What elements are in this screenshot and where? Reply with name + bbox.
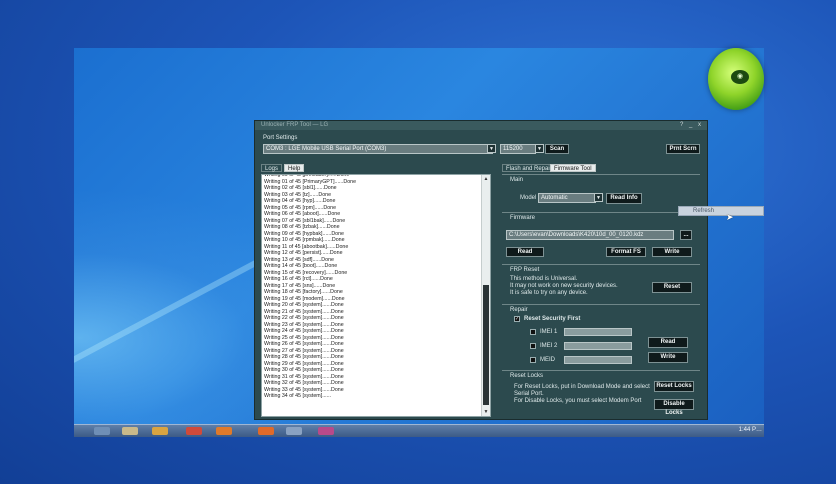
imei1-label: IMEI 1 <box>540 329 558 335</box>
scroll-thumb[interactable] <box>483 285 489 405</box>
folder-icon[interactable] <box>152 427 168 435</box>
imei2-checkbox[interactable] <box>530 343 536 349</box>
app-icon[interactable] <box>258 427 274 435</box>
reset-locks-text-1: For Reset Locks, put in Download Mode an… <box>514 384 650 390</box>
firmware-section-label: Firmware <box>510 215 535 221</box>
frp-text-3: It is safe to try on any device. <box>510 290 588 296</box>
reset-locks-text-2: Serial Port. <box>514 391 544 397</box>
format-fs-button[interactable]: Format FS <box>606 247 646 257</box>
tool-icon[interactable] <box>286 427 302 435</box>
log-scrollbar[interactable]: ▲ ▼ <box>481 175 490 416</box>
model-dropdown-icon[interactable]: ▼ <box>594 193 603 202</box>
paint-icon[interactable] <box>318 427 334 435</box>
main-section-label: Main <box>510 177 524 183</box>
firmware-path-field[interactable]: C:\Users\evan\Downloads\K420\10d_00_0120… <box>506 230 674 240</box>
meid-label: MEID <box>540 357 555 363</box>
browse-button[interactable]: ... <box>680 230 692 240</box>
print-screen-button[interactable]: Prnt Scrn <box>666 144 700 154</box>
reset-locks-button[interactable]: Reset Locks <box>654 381 694 392</box>
main-section: Main Model Automatic ▼ Read Info <box>502 174 700 213</box>
imei2-field[interactable] <box>564 342 632 350</box>
reset-security-checkbox[interactable]: ✓ <box>514 316 520 322</box>
app-window: Unlocker FRP Tool — LG ? _ x Port Settin… <box>254 120 708 420</box>
port-select[interactable]: COM3 : LGE Mobile USB Serial Port (COM3) <box>263 144 493 154</box>
window-titlebar[interactable]: Unlocker FRP Tool — LG ? _ x <box>255 121 707 130</box>
baud-dropdown-icon[interactable]: ▼ <box>535 144 544 153</box>
log-line: Writing 34 of 45 [system]...... <box>264 393 332 399</box>
reset-locks-text-3: For Disable Locks, you must select Modem… <box>514 398 642 404</box>
tab-flash-repair[interactable]: Flash and Repair <box>502 164 556 172</box>
frp-reset-button[interactable]: Reset <box>652 282 692 293</box>
read-info-button[interactable]: Read Info <box>606 193 642 204</box>
taskbar-clock: 1:44 P… <box>738 427 762 433</box>
mouse-cursor-icon: ➤ <box>726 212 734 222</box>
scroll-down-icon[interactable]: ▼ <box>482 408 490 416</box>
chrome-icon[interactable] <box>186 427 202 435</box>
scan-button[interactable]: Scan <box>545 144 569 154</box>
start-button-icon[interactable] <box>94 427 110 435</box>
meid-checkbox[interactable] <box>530 357 536 363</box>
tab-logs[interactable]: Logs <box>261 164 283 172</box>
taskbar: 1:44 P… <box>74 424 764 437</box>
firmware-write-button[interactable]: Write <box>652 247 692 257</box>
repair-write-button[interactable]: Write <box>648 352 688 363</box>
frp-text-1: This method is Universal. <box>510 276 578 282</box>
repair-section: Repair ✓ Reset Security First IMEI 1 IME… <box>502 304 700 371</box>
firmware-read-button[interactable]: Read <box>506 247 544 257</box>
meid-field[interactable] <box>564 356 632 364</box>
repair-read-button[interactable]: Read <box>648 337 688 348</box>
log-panel: Writing 00 of 45 [preloader]......Done Wr… <box>261 174 491 417</box>
port-dropdown-icon[interactable]: ▼ <box>487 144 496 153</box>
window-controls[interactable]: ? _ x <box>680 122 703 128</box>
tab-firmware-tool[interactable]: Firmware Tool <box>550 164 596 172</box>
media-icon[interactable] <box>216 427 232 435</box>
reset-locks-label: Reset Locks <box>510 373 544 379</box>
model-select[interactable]: Automatic <box>538 193 596 203</box>
frp-text-2: It may not work on new security devices. <box>510 283 618 289</box>
gadget-disc-icon: ◉ <box>731 70 749 84</box>
model-label: Model <box>520 195 537 201</box>
desktop-gadget[interactable]: ◉ <box>708 48 764 110</box>
imei1-field[interactable] <box>564 328 632 336</box>
window-title: Unlocker FRP Tool — LG <box>261 122 329 128</box>
scroll-up-icon[interactable]: ▲ <box>482 175 490 183</box>
tab-help[interactable]: Help <box>284 164 305 172</box>
frp-section: FRP Reset This method is Universal. It m… <box>502 264 700 305</box>
baud-select[interactable]: 115200 <box>500 144 536 154</box>
port-settings-label: Port Settings <box>263 135 298 141</box>
firmware-section: Firmware C:\Users\evan\Downloads\K420\10… <box>502 212 700 265</box>
imei1-checkbox[interactable] <box>530 329 536 335</box>
repair-section-label: Repair <box>510 307 528 313</box>
reset-security-label: Reset Security First <box>524 316 581 322</box>
imei2-label: IMEI 2 <box>540 343 558 349</box>
log-lines: Writing 00 of 45 [preloader]......Done Wr… <box>264 175 480 400</box>
frp-section-label: FRP Reset <box>510 267 540 273</box>
reset-locks-section: Reset Locks For Reset Locks, put in Down… <box>502 370 700 419</box>
explorer-icon[interactable] <box>122 427 138 435</box>
disable-locks-button[interactable]: Disable Locks <box>654 399 694 416</box>
refresh-menu-item[interactable]: Refresh <box>678 206 764 216</box>
